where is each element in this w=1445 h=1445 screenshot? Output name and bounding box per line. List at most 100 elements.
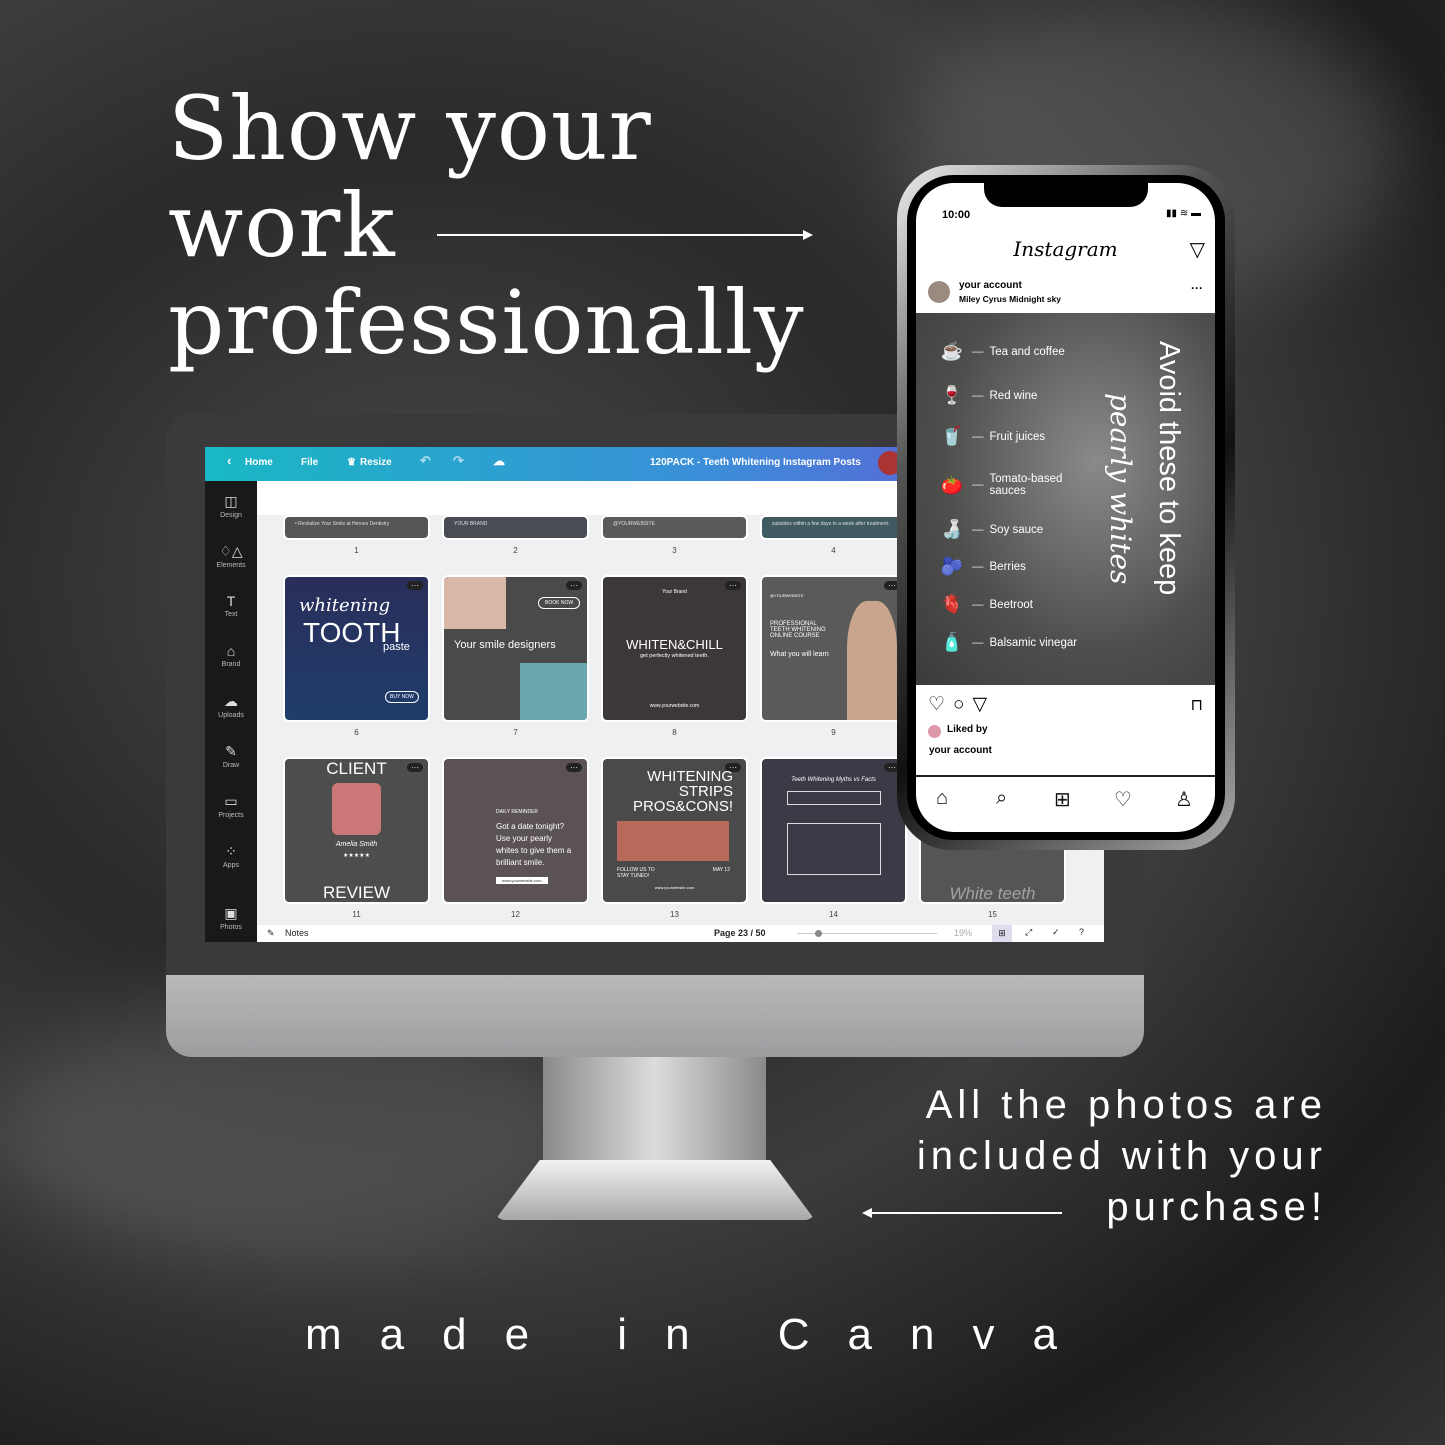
sidebar-item-projects[interactable]: ▭ Projects	[205, 793, 257, 819]
redo-icon[interactable]: ↷	[453, 453, 464, 469]
zoom-slider-handle[interactable]	[814, 930, 822, 937]
home-button[interactable]: Home	[245, 457, 273, 468]
page-thumbnail[interactable]: • Revitalize Your Smile at Heroes Dentis…	[285, 517, 428, 538]
thumb-label: DAILY REMINDER	[496, 809, 539, 815]
food-icon: 🍶	[940, 519, 964, 539]
page-number: 6	[354, 728, 359, 737]
sidebar-item-design[interactable]: ◫ Design	[205, 493, 257, 519]
apps-icon: ⁘	[225, 843, 237, 859]
page-thumbnail[interactable]: ··· DAILY REMINDER Got a date tonight? Use…	[444, 759, 587, 902]
food-label: Red wine	[989, 389, 1038, 402]
add-post-icon[interactable]: ⊞	[1054, 787, 1071, 812]
undo-icon[interactable]: ↶	[420, 453, 431, 469]
thumb-text: @YOURWEBSITE	[613, 521, 655, 527]
sidebar-item-photos[interactable]: ▣ Photos	[205, 905, 257, 931]
page-thumbnail[interactable]: YOUR BRAND	[444, 517, 587, 538]
side-text: All the photos are included with your pu…	[917, 1080, 1327, 1233]
post-account[interactable]: your account	[959, 280, 1022, 291]
liked-by: Liked by	[947, 724, 988, 735]
page-thumbnail[interactable]: ··· whitening TOOTH paste BUY NOW	[285, 577, 428, 720]
more-options-icon[interactable]: ···	[566, 763, 582, 772]
instagram-logo: Instagram	[1013, 237, 1118, 261]
post-list-item: 🧴 — Balsamic vinegar	[938, 632, 1080, 653]
more-options-icon[interactable]: ···	[566, 581, 582, 590]
avatar[interactable]	[928, 281, 950, 303]
notes-button[interactable]: Notes	[285, 928, 309, 938]
thumb-title: Got a date tonight? Use your pearly whit…	[496, 822, 572, 867]
thumb-brand: Your Brand	[662, 589, 687, 595]
sidebar-item-brand[interactable]: ⌂ Brand	[205, 643, 257, 668]
sidebar-item-elements[interactable]: ♢△ Elements	[205, 543, 257, 569]
food-icon: 🍅	[940, 474, 964, 495]
thumb-text: • Revitalize Your Smile at Heroes Dentis…	[295, 521, 390, 527]
page-number: 11	[352, 910, 361, 919]
headline-line: work	[168, 174, 396, 277]
page-thumbnail[interactable]: @YOURWEBSITE	[603, 517, 746, 538]
photos-icon: ▣	[224, 905, 238, 921]
elements-icon: ♢△	[219, 543, 243, 559]
cloud-sync-icon[interactable]: ☁	[493, 454, 505, 468]
fullscreen-icon[interactable]: ⤢	[1025, 927, 1032, 938]
food-label: Tea and coffee	[989, 345, 1065, 358]
page-thumbnail[interactable]: ··· CLIENT Amelia Smith ★★★★★ REVIEW	[285, 759, 428, 902]
send-icon[interactable]: ▽	[1190, 237, 1205, 262]
thumb-title: WHITEN&CHILL	[626, 637, 723, 652]
divider	[916, 775, 1215, 777]
check-icon[interactable]: ✓	[1052, 927, 1060, 938]
notes-icon[interactable]: ✎	[267, 928, 275, 939]
chevron-left-icon[interactable]: ‹	[227, 453, 231, 468]
activity-heart-icon[interactable]: ♡	[1114, 787, 1132, 812]
arrow-left-icon	[862, 1208, 872, 1218]
food-label: Soy sauce	[989, 523, 1044, 536]
food-label: Tomato-based sauces	[989, 473, 1063, 497]
post-list-item: 🍶 — Soy sauce	[938, 519, 1080, 540]
page-number: 14	[829, 910, 838, 919]
heart-icon[interactable]: ♡	[928, 694, 953, 715]
file-menu[interactable]: File	[301, 457, 318, 468]
search-icon[interactable]: ⌕	[996, 787, 1007, 810]
more-icon[interactable]: ···	[1191, 281, 1203, 295]
page-thumbnail[interactable]: subsides within a few days to a week aft…	[762, 517, 905, 538]
status-time: 10:00	[942, 209, 971, 221]
share-icon[interactable]: ▽	[973, 694, 996, 715]
help-icon[interactable]: ?	[1079, 927, 1084, 937]
page-thumbnail[interactable]: ··· @YOURWEBSITE PROFESSIONAL TEETH WHITEN…	[762, 577, 905, 720]
arrow-left-line	[870, 1212, 1062, 1214]
design-title[interactable]: 120PACK - Teeth Whitening Instagram Post…	[650, 457, 861, 468]
sidebar-item-label: Draw	[222, 762, 240, 769]
bookmark-icon[interactable]: ⊓	[1191, 695, 1203, 715]
sidebar-item-text[interactable]: T Text	[205, 593, 257, 618]
thumb-title: WHITENING STRIPS PROS&CONS!	[632, 768, 733, 815]
headline-line: professionally	[168, 271, 805, 374]
post-actions: ♡○▽	[928, 693, 995, 716]
zoom-slider[interactable]	[797, 930, 937, 937]
thumb-bottom-title: REVIEW	[322, 883, 391, 902]
thumb-sub: paste	[383, 641, 410, 653]
grid-view-icon[interactable]: ⊞	[992, 925, 1012, 942]
home-icon[interactable]: ⌂	[936, 787, 948, 810]
page-thumbnail[interactable]: ··· Your Brand WHITEN&CHILL get perfectly w…	[603, 577, 746, 720]
post-script-title: pearly whites	[1104, 393, 1137, 585]
profile-icon[interactable]: ♙	[1175, 787, 1193, 812]
liker-avatar	[928, 725, 941, 738]
sidebar-item-label: Design	[220, 512, 242, 519]
post-list-item: 🍅 — Tomato-based sauces	[938, 473, 1080, 497]
food-icon: 🧴	[940, 632, 964, 652]
page-thumbnail[interactable]: ··· Teeth Whitening Myths vs Facts	[762, 759, 905, 902]
post-list-item: 🍷 — Red wine	[938, 385, 1080, 406]
liked-account[interactable]: your account	[929, 745, 992, 756]
post-audio[interactable]: Miley Cyrus Midnight sky	[959, 294, 1061, 304]
sidebar-item-apps[interactable]: ⁘ Apps	[205, 843, 257, 869]
sidebar-item-draw[interactable]: ✎ Draw	[205, 743, 257, 769]
food-icon: ☕	[940, 341, 964, 361]
page-thumbnail[interactable]: ··· WHITENING STRIPS PROS&CONS! FOLLOW US …	[603, 759, 746, 902]
sidebar-item-label: Text	[224, 611, 238, 618]
uploads-icon: ☁	[224, 693, 238, 709]
page-thumbnail[interactable]: ··· BOOK NOW Your smile designers	[444, 577, 587, 720]
more-options-icon[interactable]: ···	[407, 581, 423, 590]
comment-icon[interactable]: ○	[953, 694, 972, 715]
food-icon: 🥤	[940, 426, 964, 446]
resize-button[interactable]: Resize	[360, 457, 392, 468]
sidebar-item-uploads[interactable]: ☁ Uploads	[205, 693, 257, 719]
monitor-base	[495, 1160, 815, 1220]
